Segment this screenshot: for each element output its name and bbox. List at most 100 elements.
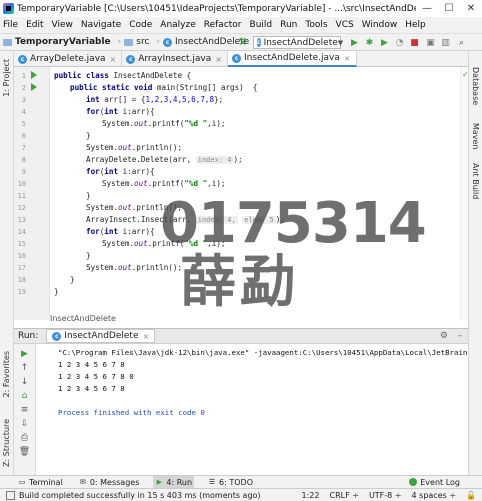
close-icon[interactable]: × (344, 54, 351, 63)
run-class-gutter-icon[interactable] (31, 71, 37, 79)
caret-position[interactable]: 1:22 (302, 491, 320, 500)
inspection-ok-icon: ✓ (462, 70, 469, 79)
folder-icon (124, 38, 134, 46)
debug-icon[interactable]: ✱ (364, 37, 375, 48)
trash-icon[interactable]: 🗑 (19, 446, 30, 457)
code-line: System.out.printf("%d ",i); (102, 179, 226, 188)
menu-view[interactable]: View (52, 20, 73, 30)
menu-file[interactable]: File (3, 20, 18, 30)
gear-icon[interactable]: ⚙ (440, 331, 448, 341)
tab-insectanddelete[interactable]: c InsectAndDelete.java × (227, 51, 357, 67)
maximize-button[interactable]: ☐ (438, 0, 460, 17)
build-hammer-icon[interactable]: ⚒ (237, 37, 248, 48)
menu-code[interactable]: Code (129, 20, 152, 30)
code-line: } (86, 191, 91, 200)
editor-scrollbar[interactable]: ✓ (460, 67, 469, 320)
console-line: 1 2 3 4 5 6 7 8 (58, 360, 125, 369)
maven-tool-button[interactable]: Maven (471, 123, 480, 150)
close-icon[interactable]: × (110, 55, 117, 64)
event-log-button[interactable]: Event Log (409, 476, 460, 488)
ant-build-tool-button[interactable]: Ant Build (471, 163, 480, 199)
run-toolbar: ▶ ↑ ↓ ⌂ ≡ ⇩ ⎙ 🗑 (14, 344, 36, 475)
navigation-bar: TemporaryVariable › src › c InsectAndDel… (0, 33, 482, 51)
run-tool-button[interactable]: ▶ 4: Run (153, 476, 195, 488)
search-icon[interactable]: ⌕ (456, 37, 467, 48)
menu-build[interactable]: Build (250, 20, 273, 30)
down-icon[interactable]: ↓ (19, 376, 30, 387)
tool-windows-icon[interactable] (6, 490, 15, 500)
scroll-to-end-icon[interactable]: ⇩ (19, 418, 30, 429)
right-tool-strip: Database Maven Ant Build (468, 51, 482, 475)
messages-icon: ✉ (79, 478, 86, 486)
todo-icon: ☰ (208, 478, 216, 486)
left-tool-strip: 1: Project 2: Favorites Z: Structure (0, 51, 14, 475)
breadcrumb-separator: › (156, 37, 161, 47)
lock-icon[interactable]: 🔓 (466, 491, 476, 500)
line-number: 4 (21, 108, 26, 116)
menu-edit[interactable]: Edit (26, 20, 43, 30)
stop-icon[interactable]: ■ (409, 37, 420, 48)
bottom-tool-bar: ▭ Terminal ✉ 0: Messages ▶ 4: Run ☰ 6: T… (0, 475, 482, 488)
run-configuration-select[interactable]: c InsectAndDelete ▼ (253, 36, 343, 49)
rerun-icon[interactable]: ▶ (19, 348, 30, 359)
run-label: Run: (18, 331, 39, 341)
tab-arrayinsect[interactable]: c ArrayInsect.java × (122, 51, 228, 67)
run-panel-header: Run: c InsectAndDelete × ⚙ – (14, 328, 468, 344)
messages-tool-button[interactable]: ✉ 0: Messages (77, 476, 142, 488)
favorites-tool-button[interactable]: 2: Favorites (2, 351, 11, 397)
window-title: TemporaryVariable [C:\Users\10451\IdeaPr… (17, 3, 416, 14)
structure-tool-button[interactable]: Z: Structure (2, 419, 11, 467)
print-icon[interactable]: ⎙ (19, 432, 30, 443)
menu-analyze[interactable]: Analyze (160, 20, 195, 30)
menu-run[interactable]: Run (280, 20, 297, 30)
editor-breadcrumb[interactable]: InsectAndDelete (50, 314, 116, 323)
close-icon[interactable]: × (215, 55, 222, 64)
sdk-icon[interactable]: ▥ (440, 37, 451, 48)
close-icon[interactable]: × (143, 332, 150, 341)
minimize-button[interactable]: — (416, 0, 438, 17)
dump-threads-icon[interactable]: ⌂ (19, 390, 30, 401)
run-main-gutter-icon[interactable] (31, 83, 37, 91)
menu-bar: File Edit View Navigate Code Analyze Ref… (0, 17, 482, 33)
menu-navigate[interactable]: Navigate (81, 20, 121, 30)
file-encoding[interactable]: UTF-8 ÷ (369, 491, 402, 500)
editor-gutter: 1 2 3 4 5 6 7 8 9 10 11 12 13 14 15 16 17 18 19 (14, 67, 50, 320)
console-line: Process finished with exit code 0 (58, 408, 205, 417)
breadcrumb-src[interactable]: src (124, 37, 149, 47)
terminal-tool-button[interactable]: ▭ Terminal (16, 476, 65, 488)
indent-setting[interactable]: 4 spaces ÷ (412, 491, 457, 500)
java-class-icon: c (163, 37, 173, 47)
profile-icon[interactable]: ◔ (394, 37, 405, 48)
coverage-icon[interactable]: ▶ (379, 37, 390, 48)
hide-panel-icon[interactable]: – (458, 331, 463, 341)
line-number: 7 (21, 144, 26, 152)
tab-arraydelete[interactable]: c ArrayDelete.java × (14, 51, 123, 67)
java-class-icon: c (52, 331, 62, 341)
run-console[interactable]: "C:\Program Files\Java\jdk-12\bin\java.e… (36, 344, 468, 475)
menu-window[interactable]: Window (362, 20, 398, 30)
java-class-icon: c (126, 54, 136, 64)
up-icon[interactable]: ↑ (19, 362, 30, 373)
line-number: 5 (21, 120, 26, 128)
line-separator[interactable]: CRLF ÷ (329, 491, 358, 500)
menu-vcs[interactable]: VCS (336, 20, 354, 30)
project-tool-button[interactable]: 1: Project (2, 59, 11, 97)
database-tool-button[interactable]: Database (471, 67, 480, 105)
menu-refactor[interactable]: Refactor (204, 20, 242, 30)
code-line: System.out.printf("%d ",i); (102, 119, 226, 128)
line-number: 16 (17, 252, 26, 260)
menu-help[interactable]: Help (405, 20, 426, 30)
breadcrumb-project[interactable]: TemporaryVariable (3, 37, 111, 47)
run-tab[interactable]: c InsectAndDelete × (46, 329, 156, 343)
parameter-hint: index: 4 (195, 156, 234, 164)
run-icon[interactable]: ▶ (349, 37, 360, 48)
wrap-icon[interactable]: ≡ (19, 404, 30, 415)
parameter-hint: elem: 5 (242, 216, 276, 224)
code-line: System.out.println(); (86, 203, 183, 212)
todo-tool-button[interactable]: ☰ 6: TODO (206, 476, 255, 488)
project-structure-icon[interactable]: ▣ (425, 37, 436, 48)
code-editor[interactable]: public class InsectAndDelete { public st… (50, 67, 460, 320)
close-button[interactable]: ✕ (460, 0, 482, 17)
menu-tools[interactable]: Tools (305, 20, 327, 30)
line-number: 12 (17, 204, 26, 212)
